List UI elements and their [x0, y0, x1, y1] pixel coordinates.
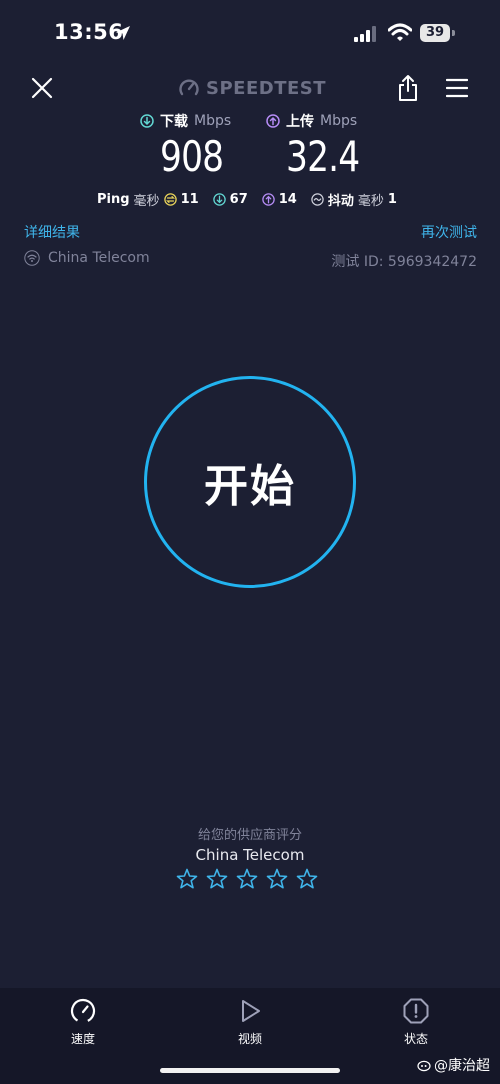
upload-unit: Mbps — [320, 113, 358, 129]
ping-row: Ping 毫秒 11 67 14 抖动 毫秒 1 — [97, 188, 407, 210]
tab-speed[interactable]: 速度 — [43, 998, 123, 1047]
speedtest-screen: 13:56 39 SPEEDTEST 下载 Mbps 上传 Mbps 908 3… — [0, 0, 500, 1084]
wifi-icon — [388, 23, 412, 41]
gauge-logo-icon — [179, 79, 199, 96]
tab-speed-label: 速度 — [70, 1032, 95, 1046]
watermark: @康治超 — [417, 1055, 490, 1075]
watermark-icon — [417, 1060, 431, 1072]
isp-row: China Telecom — [24, 250, 150, 266]
star-rating — [176, 868, 318, 890]
rate-provider-prompt: 给您的供应商评分 — [197, 828, 302, 843]
tab-status-label: 状态 — [403, 1032, 428, 1046]
tab-video[interactable]: 视频 — [210, 998, 290, 1047]
tab-video-label: 视频 — [237, 1032, 262, 1046]
battery-tip — [452, 30, 455, 36]
jitter-icon — [311, 192, 324, 206]
star-4-icon[interactable] — [266, 868, 288, 890]
upload-header: 上传 Mbps — [266, 110, 357, 132]
download-ping-value: 67 — [229, 191, 248, 207]
star-1-icon[interactable] — [176, 868, 198, 890]
home-indicator[interactable] — [160, 1068, 340, 1073]
wifi-connection-icon — [24, 250, 40, 266]
close-button[interactable] — [30, 76, 54, 100]
status-bar: 13:56 39 — [0, 0, 500, 66]
location-arrow-icon — [116, 26, 130, 40]
ping-unit: 毫秒 — [133, 193, 160, 209]
battery-level: 39 — [420, 24, 450, 42]
download-header: 下载 Mbps — [140, 110, 231, 132]
share-button[interactable] — [396, 74, 420, 102]
start-test-button[interactable]: 开始 — [144, 376, 356, 588]
speedtest-logo: SPEEDTEST — [178, 76, 326, 100]
jitter-unit: 毫秒 — [357, 193, 384, 209]
cellular-signal-icon — [354, 26, 376, 42]
watermark-text: @康治超 — [434, 1058, 490, 1074]
brand-name: SPEEDTEST — [206, 77, 327, 99]
status-time: 13:56 — [54, 20, 124, 44]
test-again-link[interactable]: 再次测试 — [421, 222, 477, 242]
upload-arrow-icon — [266, 114, 280, 128]
download-ping-icon — [212, 192, 226, 206]
tab-status[interactable]: 状态 — [376, 998, 456, 1047]
idle-ping-value: 11 — [180, 191, 199, 207]
download-label: 下载 — [160, 114, 188, 130]
upload-ping-value: 14 — [278, 191, 297, 207]
upload-label: 上传 — [286, 114, 314, 130]
idle-ping-icon — [163, 192, 177, 206]
ping-label: Ping — [97, 191, 130, 207]
menu-button[interactable] — [446, 78, 468, 98]
star-2-icon[interactable] — [206, 868, 228, 890]
detailed-results-link[interactable]: 详细结果 — [24, 222, 80, 242]
upload-ping-icon — [262, 192, 275, 206]
download-arrow-icon — [140, 114, 154, 128]
jitter-value: 1 — [387, 191, 397, 207]
test-id: 测试 ID: 5969342472 — [331, 254, 477, 270]
start-label: 开始 — [204, 461, 296, 512]
star-3-icon[interactable] — [236, 868, 258, 890]
jitter-label: 抖动 — [327, 193, 354, 209]
download-value: 908 — [160, 132, 224, 181]
rate-provider-name: China Telecom — [195, 846, 305, 864]
star-5-icon[interactable] — [296, 868, 318, 890]
play-icon — [242, 1000, 260, 1022]
upload-value: 32.4 — [286, 132, 360, 181]
isp-name: China Telecom — [48, 250, 150, 266]
download-unit: Mbps — [194, 113, 232, 129]
speedometer-icon — [70, 998, 96, 1024]
alert-icon — [403, 998, 429, 1024]
